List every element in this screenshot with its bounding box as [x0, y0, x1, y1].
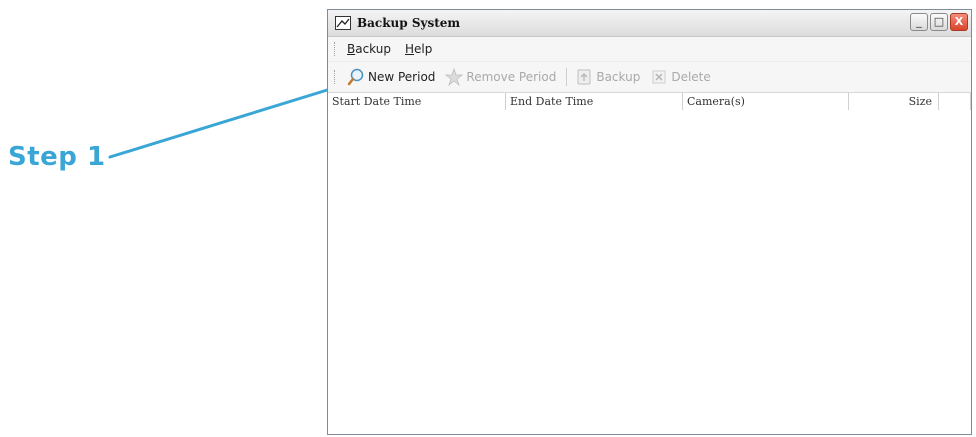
screenshot-stage: Step 1 Backup System _ □ X Backup Help N… [0, 0, 976, 437]
toolbar: New Period Remove Period Backup Delete [328, 62, 971, 93]
new-period-label: New Period [368, 70, 436, 84]
column-size[interactable]: Size [849, 93, 939, 111]
column-start-date-time[interactable]: Start Date Time [328, 93, 506, 111]
backup-icon [575, 68, 593, 86]
app-icon [335, 16, 351, 30]
column-cameras[interactable]: Camera(s) [683, 93, 849, 111]
column-filler [939, 93, 971, 111]
delete-button[interactable]: Delete [650, 68, 711, 86]
backup-button[interactable]: Backup [575, 68, 640, 86]
close-button[interactable]: X [950, 13, 968, 31]
maximize-button[interactable]: □ [930, 13, 948, 31]
new-period-button[interactable]: New Period [347, 68, 435, 86]
step-1-annotation: Step 1 [8, 142, 106, 172]
window-title: Backup System [357, 16, 461, 30]
title-bar[interactable]: Backup System _ □ X [328, 10, 971, 37]
backup-system-window: Backup System _ □ X Backup Help New Peri… [327, 9, 972, 435]
toolbar-grip [334, 70, 337, 84]
menu-help[interactable]: Help [405, 42, 432, 56]
remove-period-label: Remove Period [466, 70, 557, 84]
remove-period-button[interactable]: Remove Period [445, 67, 557, 87]
minimize-button[interactable]: _ [910, 13, 928, 31]
window-controls: _ □ X [910, 13, 968, 31]
backup-label: Backup [596, 70, 641, 84]
menu-grip [334, 42, 337, 56]
menu-bar: Backup Help [328, 37, 971, 62]
table-body[interactable] [328, 110, 971, 434]
menu-backup[interactable]: Backup [347, 42, 391, 56]
delete-x-icon [650, 68, 668, 86]
toolbar-separator [566, 68, 568, 86]
delete-label: Delete [671, 70, 711, 84]
remove-star-icon [445, 67, 464, 87]
magnifier-icon [347, 68, 365, 86]
column-end-date-time[interactable]: End Date Time [506, 93, 683, 111]
